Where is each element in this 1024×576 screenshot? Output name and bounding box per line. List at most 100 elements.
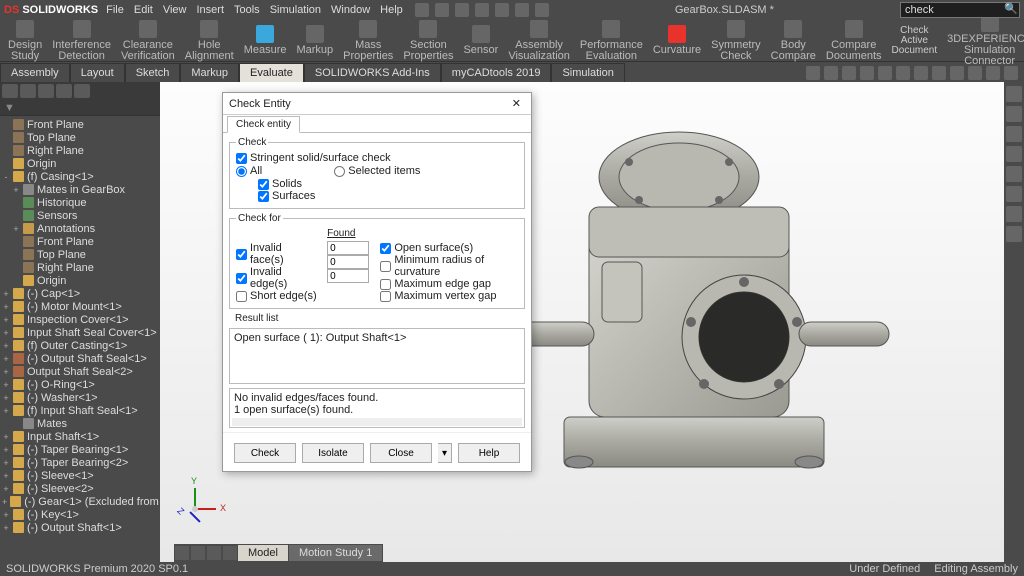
new-icon[interactable] <box>415 3 429 17</box>
expand-icon[interactable]: + <box>2 458 10 468</box>
tree-node[interactable]: -(f) Casing<1> <box>0 170 160 183</box>
tree-node[interactable]: +(-) Taper Bearing<2> <box>0 456 160 469</box>
expand-icon[interactable]: + <box>2 315 10 325</box>
expand-icon[interactable]: + <box>2 406 10 416</box>
selected-radio[interactable]: Selected items <box>334 165 420 177</box>
fm-tab-tree-icon[interactable] <box>2 84 18 98</box>
expand-icon[interactable]: + <box>2 497 7 507</box>
solids-checkbox[interactable]: Solids <box>258 178 518 190</box>
open-icon[interactable] <box>435 3 449 17</box>
tree-node[interactable]: +(-) Motor Mount<1> <box>0 300 160 313</box>
tree-node[interactable]: Top Plane <box>0 131 160 144</box>
tree-node[interactable]: Front Plane <box>0 118 160 131</box>
tree-node[interactable]: +(f) Input Shaft Seal<1> <box>0 404 160 417</box>
expand-icon[interactable]: + <box>2 510 10 520</box>
msg-scrollbar[interactable] <box>232 418 522 426</box>
mt-first-icon[interactable] <box>175 546 189 560</box>
hut-icon-2[interactable] <box>842 66 856 80</box>
tree-node[interactable]: +(-) Taper Bearing<1> <box>0 443 160 456</box>
tree-node[interactable]: +(-) Washer<1> <box>0 391 160 404</box>
open-surfaces-checkbox[interactable]: Open surface(s) <box>380 242 518 254</box>
tree-node[interactable]: +(-) Output Shaft Seal<1> <box>0 352 160 365</box>
ribbon-interference[interactable]: InterferenceDetection <box>48 20 115 62</box>
short-edges-checkbox[interactable]: Short edge(s) <box>236 290 317 302</box>
expand-icon[interactable]: + <box>2 302 10 312</box>
tree-node[interactable]: Origin <box>0 274 160 287</box>
hut-icon-7[interactable] <box>932 66 946 80</box>
expand-icon[interactable]: + <box>12 224 20 234</box>
tp-appearance-icon[interactable] <box>1006 186 1022 202</box>
hut-icon-0[interactable] <box>806 66 820 80</box>
tree-node[interactable]: +(-) Sleeve<2> <box>0 482 160 495</box>
expand-icon[interactable]: + <box>2 484 10 494</box>
hut-icon-3[interactable] <box>860 66 874 80</box>
ribbon-curvature[interactable]: Curvature <box>649 25 705 56</box>
tree-node[interactable]: Front Plane <box>0 235 160 248</box>
menu-simulation[interactable]: Simulation <box>270 4 321 16</box>
tab-check-entity[interactable]: Check entity <box>227 116 300 133</box>
mt-next-icon[interactable] <box>207 546 221 560</box>
expand-icon[interactable]: + <box>2 367 10 377</box>
ribbon-markup[interactable]: Markup <box>292 25 337 56</box>
menu-tools[interactable]: Tools <box>234 4 260 16</box>
ribbon-section[interactable]: SectionProperties <box>399 20 457 62</box>
ribbon-hole[interactable]: HoleAlignment <box>181 20 238 62</box>
expand-icon[interactable]: + <box>2 380 10 390</box>
hut-icon-5[interactable] <box>896 66 910 80</box>
save-icon[interactable] <box>455 3 469 17</box>
hut-icon-9[interactable] <box>968 66 982 80</box>
tree-node[interactable]: +Input Shaft Seal Cover<1> <box>0 326 160 339</box>
tree-node[interactable]: +Output Shaft Seal<2> <box>0 365 160 378</box>
ribbon-design-study[interactable]: Design Study <box>4 20 46 62</box>
tree-node[interactable]: +(-) Sleeve<1> <box>0 469 160 482</box>
tree-node[interactable]: Mates <box>0 417 160 430</box>
invalid-faces-checkbox[interactable]: Invalid face(s) <box>236 242 317 266</box>
tree-node[interactable]: Sensors <box>0 209 160 222</box>
help-button[interactable]: Help <box>458 443 520 463</box>
fm-tab-config-icon[interactable] <box>38 84 54 98</box>
expand-icon[interactable]: + <box>2 445 10 455</box>
search-input[interactable] <box>900 2 1020 18</box>
tab-solidworks-add-ins[interactable]: SOLIDWORKS Add-Ins <box>304 63 441 82</box>
tree-node[interactable]: +Annotations <box>0 222 160 235</box>
search-icon[interactable]: 🔍 <box>1004 2 1018 15</box>
expand-icon[interactable]: - <box>2 172 10 182</box>
tab-sketch[interactable]: Sketch <box>125 63 181 82</box>
check-button[interactable]: Check <box>234 443 296 463</box>
all-radio[interactable]: All <box>236 165 262 177</box>
menu-insert[interactable]: Insert <box>196 4 224 16</box>
ribbon-mass[interactable]: MassProperties <box>339 20 397 62</box>
invalid-edges-checkbox[interactable]: Invalid edge(s) <box>236 266 317 290</box>
options-icon[interactable] <box>535 3 549 17</box>
ribbon-compare[interactable]: CompareDocuments <box>822 20 886 62</box>
tree-node[interactable]: Right Plane <box>0 261 160 274</box>
ribbon-clearance[interactable]: ClearanceVerification <box>117 20 179 62</box>
result-list[interactable]: Open surface ( 1): Output Shaft<1> <box>229 328 525 384</box>
hut-icon-11[interactable] <box>1004 66 1018 80</box>
close-button[interactable]: Close <box>370 443 432 463</box>
tp-resources-icon[interactable] <box>1006 106 1022 122</box>
hut-icon-10[interactable] <box>986 66 1000 80</box>
menu-window[interactable]: Window <box>331 4 370 16</box>
tree-node[interactable]: +(f) Outer Casting<1> <box>0 339 160 352</box>
expand-icon[interactable]: + <box>12 185 20 195</box>
tp-view-icon[interactable] <box>1006 166 1022 182</box>
fm-tab-appearance-icon[interactable] <box>74 84 90 98</box>
model-tab-motion-study-1[interactable]: Motion Study 1 <box>289 545 383 561</box>
expand-icon[interactable]: + <box>2 328 10 338</box>
tree-node[interactable]: Historique <box>0 196 160 209</box>
stringent-checkbox[interactable]: Stringent solid/surface check <box>236 152 518 164</box>
tab-layout[interactable]: Layout <box>70 63 125 82</box>
expand-icon[interactable]: + <box>2 432 10 442</box>
tab-simulation[interactable]: Simulation <box>551 63 624 82</box>
ribbon-sensor[interactable]: Sensor <box>459 25 502 56</box>
result-item[interactable]: Open surface ( 1): Output Shaft<1> <box>234 332 520 344</box>
expand-icon[interactable]: + <box>2 523 10 533</box>
fm-tab-display-icon[interactable] <box>56 84 72 98</box>
max-vertex-gap-checkbox[interactable]: Maximum vertex gap <box>380 290 518 302</box>
redo-icon[interactable] <box>515 3 529 17</box>
close-dropdown[interactable]: ▾ <box>438 443 452 463</box>
fm-tab-property-icon[interactable] <box>20 84 36 98</box>
ribbon-performance[interactable]: PerformanceEvaluation <box>576 20 647 62</box>
expand-icon[interactable]: + <box>2 354 10 364</box>
